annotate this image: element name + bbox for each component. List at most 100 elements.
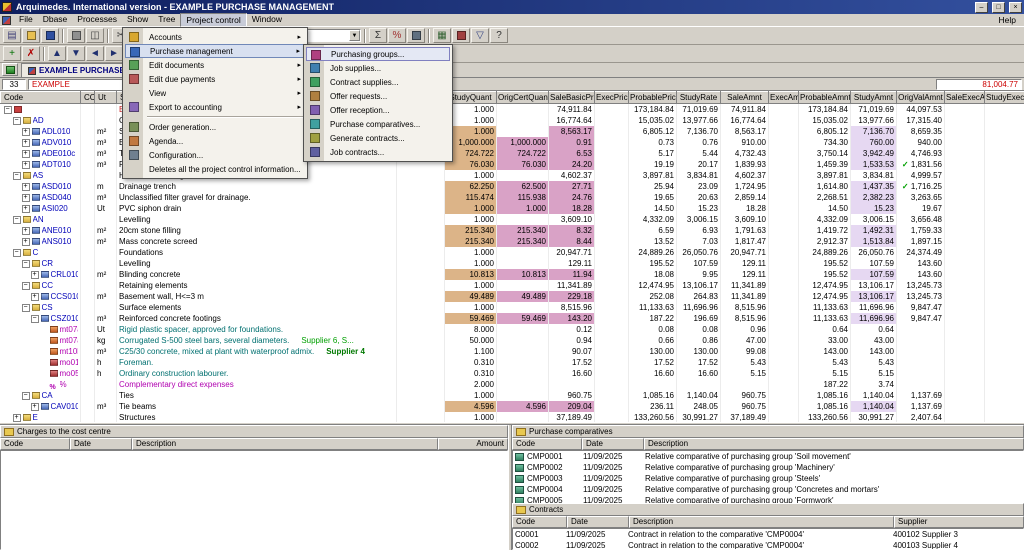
- value-cell[interactable]: 15.23: [851, 203, 897, 214]
- value-cell[interactable]: 1,724.95: [721, 181, 769, 192]
- value-cell[interactable]: 2,912.37: [799, 236, 851, 247]
- expand-icon[interactable]: +: [22, 128, 30, 136]
- value-cell[interactable]: [945, 258, 985, 269]
- unit-cell[interactable]: m³: [95, 148, 117, 159]
- unit-cell[interactable]: Ut: [95, 203, 117, 214]
- print-preview-icon[interactable]: ◫: [86, 28, 104, 43]
- grid-row-asd010[interactable]: +ASD010mDrainage trench62.25062.50027.71…: [1, 181, 1024, 192]
- submenu-item-offer-reception[interactable]: Offer reception...: [306, 103, 450, 117]
- value-cell[interactable]: 0.08: [629, 324, 677, 335]
- value-cell[interactable]: 8,563.17: [549, 126, 595, 137]
- value-cell[interactable]: [985, 346, 1024, 357]
- value-cell[interactable]: 11,341.89: [549, 280, 595, 291]
- value-cell[interactable]: 8,563.17: [721, 126, 769, 137]
- value-cell[interactable]: [985, 258, 1024, 269]
- panel-column-amount[interactable]: Amount: [438, 438, 508, 450]
- column-header-execamnt[interactable]: ExecAmnt: [769, 92, 799, 104]
- value-cell[interactable]: 0.64: [799, 324, 851, 335]
- value-cell[interactable]: [397, 379, 445, 390]
- panel-column-description[interactable]: Description: [629, 516, 894, 528]
- collapse-icon[interactable]: −: [13, 117, 21, 125]
- value-cell[interactable]: 8,515.96: [549, 302, 595, 313]
- collapse-icon[interactable]: −: [13, 172, 21, 180]
- tree-cell[interactable]: +ANS010: [1, 236, 81, 247]
- close-button[interactable]: ×: [1009, 2, 1022, 13]
- value-cell[interactable]: 20.63: [677, 192, 721, 203]
- value-cell[interactable]: 1.000: [497, 203, 549, 214]
- submenu-item-offer-requests[interactable]: Offer requests...: [306, 89, 450, 103]
- unit-cell[interactable]: [95, 115, 117, 126]
- value-cell[interactable]: 11,696.96: [851, 302, 897, 313]
- cc-cell[interactable]: [81, 137, 95, 148]
- value-cell[interactable]: 24.76: [549, 192, 595, 203]
- value-cell[interactable]: 0.91: [549, 137, 595, 148]
- value-cell[interactable]: 1,839.93: [721, 159, 769, 170]
- value-cell[interactable]: 13,245.73: [897, 280, 945, 291]
- value-cell[interactable]: 7,136.70: [851, 126, 897, 137]
- value-cell[interactable]: 8,515.96: [721, 302, 769, 313]
- value-cell[interactable]: 1,419.72: [799, 225, 851, 236]
- value-cell[interactable]: 1.000: [445, 390, 497, 401]
- value-cell[interactable]: 2,382.23: [851, 192, 897, 203]
- expand-icon[interactable]: +: [22, 238, 30, 246]
- panel-column-description[interactable]: Description: [132, 438, 438, 450]
- summary-cell[interactable]: Surface elements: [117, 302, 397, 313]
- summary-cell[interactable]: Rigid plastic spacer, approved for found…: [117, 324, 397, 335]
- percent-icon[interactable]: %: [388, 28, 406, 43]
- value-cell[interactable]: [769, 159, 799, 170]
- value-cell[interactable]: 15,035.02: [629, 115, 677, 126]
- value-cell[interactable]: 6.93: [677, 225, 721, 236]
- value-cell[interactable]: 4.596: [497, 401, 549, 412]
- contract-row-c0001[interactable]: C000111/09/2025Contract in relation to t…: [513, 529, 1023, 540]
- value-cell[interactable]: 16.60: [677, 368, 721, 379]
- value-cell[interactable]: [897, 379, 945, 390]
- value-cell[interactable]: 19.65: [629, 192, 677, 203]
- cc-cell[interactable]: [81, 247, 95, 258]
- grid-row-mt07aco020a[interactable]: mt07aco020aUtRigid plastic spacer, appro…: [1, 324, 1024, 335]
- value-cell[interactable]: 27.71: [549, 181, 595, 192]
- comparative-row-cmp0003[interactable]: CMP000311/09/2025Relative comparative of…: [513, 473, 1023, 484]
- value-cell[interactable]: 143.60: [897, 258, 945, 269]
- value-cell[interactable]: 24,889.26: [799, 247, 851, 258]
- value-cell[interactable]: [595, 170, 629, 181]
- menu-item-purchase-management[interactable]: Purchase management▸: [125, 44, 305, 58]
- tree-cell[interactable]: −CS: [1, 302, 81, 313]
- tree-cell[interactable]: +ADE010c: [1, 148, 81, 159]
- grid-row-ane010[interactable]: +ANE010m²20cm stone filling215.340215.34…: [1, 225, 1024, 236]
- tree-cell[interactable]: +CCS010: [1, 291, 81, 302]
- value-cell[interactable]: [769, 291, 799, 302]
- value-cell[interactable]: [595, 346, 629, 357]
- value-cell[interactable]: 11.94: [549, 269, 595, 280]
- value-cell[interactable]: 8,659.35: [897, 126, 945, 137]
- unit-cell[interactable]: [95, 302, 117, 313]
- tree-cell[interactable]: −AS: [1, 170, 81, 181]
- value-cell[interactable]: 3,609.10: [721, 214, 769, 225]
- expand-icon[interactable]: +: [22, 183, 30, 191]
- value-cell[interactable]: 30,991.27: [851, 412, 897, 422]
- menu-show[interactable]: Show: [122, 13, 153, 27]
- value-cell[interactable]: 209.04: [549, 401, 595, 412]
- value-cell[interactable]: [769, 236, 799, 247]
- calculator-icon[interactable]: [407, 28, 425, 43]
- value-cell[interactable]: 1.100: [445, 346, 497, 357]
- value-cell[interactable]: [985, 291, 1024, 302]
- value-cell[interactable]: 5.15: [721, 368, 769, 379]
- value-cell[interactable]: [397, 247, 445, 258]
- cc-cell[interactable]: [81, 236, 95, 247]
- value-cell[interactable]: [945, 302, 985, 313]
- value-cell[interactable]: [945, 412, 985, 422]
- value-cell[interactable]: 6,805.12: [629, 126, 677, 137]
- value-cell[interactable]: 14.50: [629, 203, 677, 214]
- value-cell[interactable]: [769, 258, 799, 269]
- unit-cell[interactable]: kg: [95, 335, 117, 346]
- cc-cell[interactable]: [81, 126, 95, 137]
- menu-dbase[interactable]: Dbase: [38, 13, 73, 27]
- column-header-saleamnt[interactable]: SaleAmnt: [721, 92, 769, 104]
- value-cell[interactable]: 196.69: [677, 313, 721, 324]
- value-cell[interactable]: 143.60: [897, 269, 945, 280]
- value-cell[interactable]: 1,137.69: [897, 401, 945, 412]
- value-cell[interactable]: [497, 346, 549, 357]
- value-cell[interactable]: 23.09: [677, 181, 721, 192]
- tree-cell[interactable]: −CSZ010: [1, 313, 81, 324]
- grid-row-cr[interactable]: −CRLevelling1.000129.11195.52107.59129.1…: [1, 258, 1024, 269]
